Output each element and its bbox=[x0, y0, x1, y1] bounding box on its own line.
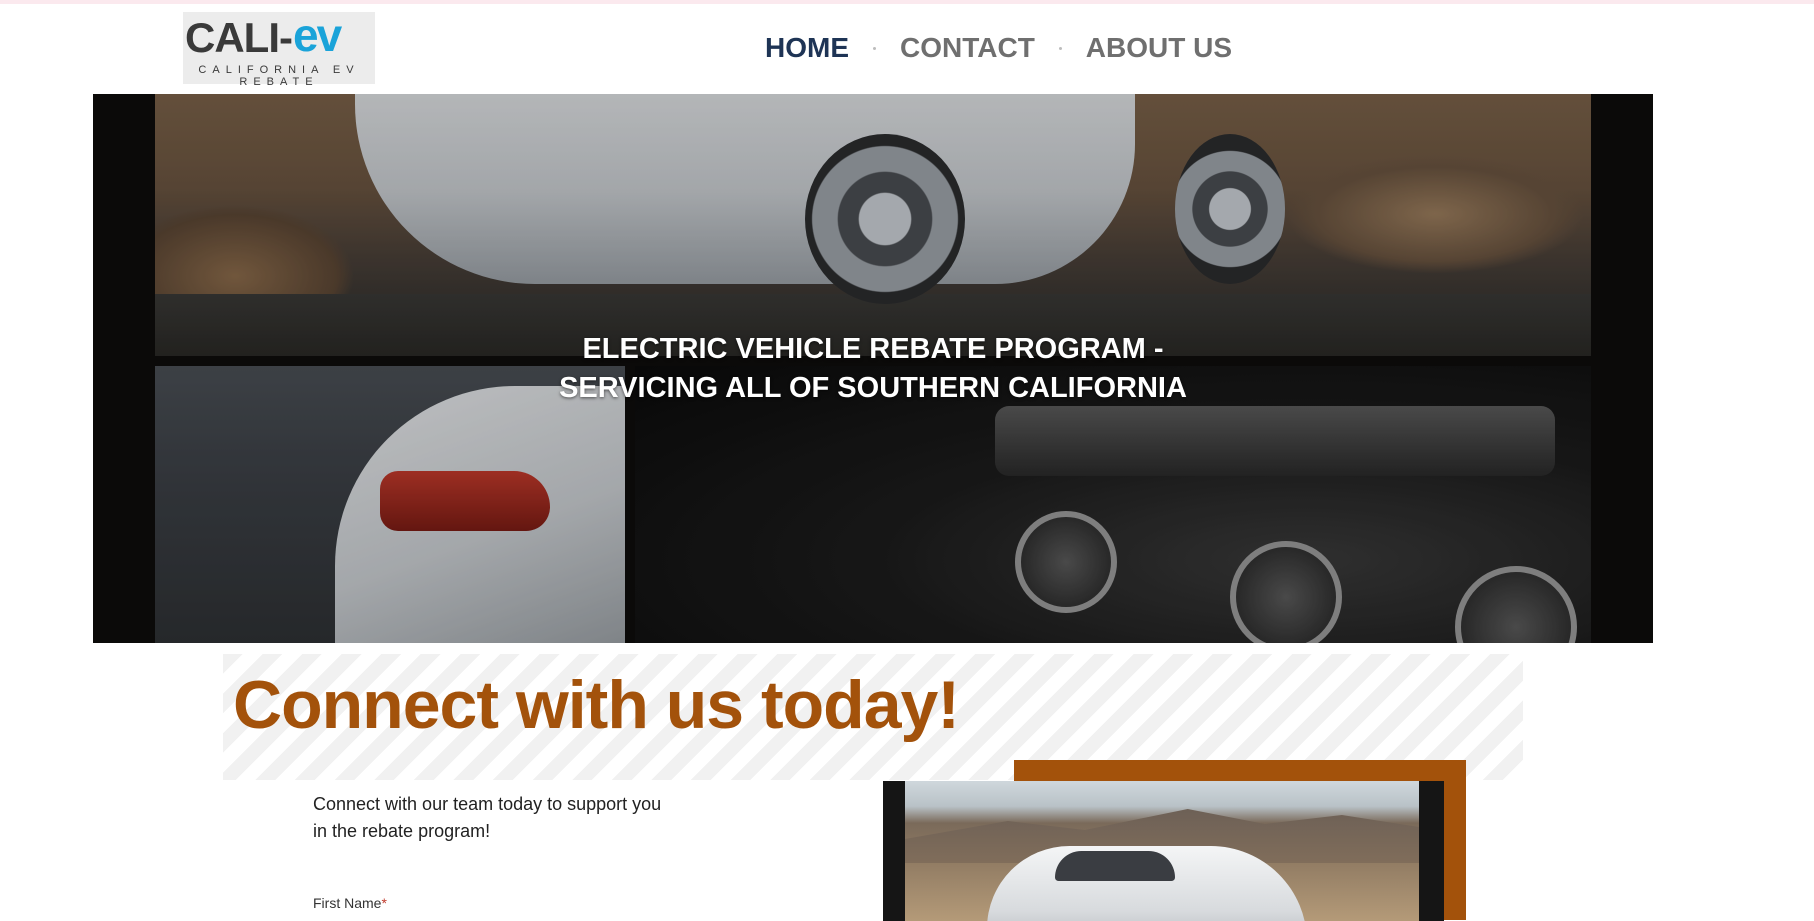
intro-line2: in the rebate program! bbox=[313, 821, 491, 841]
logo-subtitle-line1: CALIFORNIA EV bbox=[198, 64, 360, 76]
feature-car-photo bbox=[905, 781, 1419, 921]
hero-title-line2: SERVICING ALL OF SOUTHERN CALIFORNIA bbox=[559, 372, 1187, 404]
nav-separator bbox=[1058, 46, 1062, 50]
site-logo[interactable]: CALI-ev CALIFORNIA EV REBATE bbox=[183, 9, 375, 88]
intro-line1: Connect with our team today to support y… bbox=[313, 794, 662, 814]
nav-contact-link[interactable]: CONTACT bbox=[900, 32, 1035, 64]
logo-main-text: CALI- bbox=[185, 14, 293, 61]
logo-wordmark: CALI-ev bbox=[185, 9, 342, 62]
hero-title-line1: ELECTRIC VEHICLE REBATE PROGRAM - bbox=[582, 333, 1164, 365]
hero-title: ELECTRIC VEHICLE REBATE PROGRAM - SERVIC… bbox=[93, 330, 1653, 408]
top-accent-line bbox=[0, 0, 1814, 4]
main-nav: HOME CONTACT ABOUT US bbox=[765, 30, 1232, 66]
first-name-label-text: First Name bbox=[313, 895, 382, 911]
required-asterisk: * bbox=[381, 895, 387, 911]
first-name-label: First Name* bbox=[313, 895, 387, 911]
hero-banner: ELECTRIC VEHICLE REBATE PROGRAM - SERVIC… bbox=[93, 94, 1653, 643]
connect-intro-text: Connect with our team today to support y… bbox=[313, 791, 693, 845]
connect-heading: Connect with us today! bbox=[233, 667, 960, 743]
feature-image-frame bbox=[883, 781, 1444, 921]
nav-separator bbox=[873, 46, 876, 50]
logo-ev-text: ev bbox=[292, 9, 342, 61]
nav-home-link[interactable]: HOME bbox=[765, 32, 849, 64]
logo-subtitle-line2: REBATE bbox=[239, 76, 319, 88]
nav-about-us-link[interactable]: ABOUT US bbox=[1086, 32, 1232, 64]
